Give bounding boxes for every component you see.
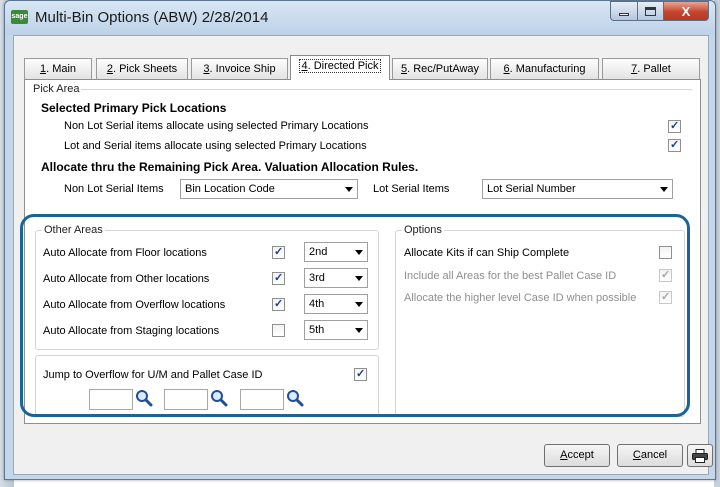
other-checkbox[interactable] — [272, 271, 285, 285]
primary-pick-heading: Selected Primary Pick Locations — [41, 101, 227, 115]
other-areas-title: Other Areas — [42, 224, 105, 236]
other-order-dropdown[interactable]: 3rd — [304, 268, 368, 288]
accept-button[interactable]: Accept — [544, 444, 610, 467]
dialog-client-area: 1. Main 2. Pick Sheets 3. Invoice Ship 4… — [13, 35, 713, 475]
cancel-button[interactable]: Cancel — [617, 444, 683, 467]
minimize-button[interactable] — [610, 1, 637, 21]
pick-area-title: Pick Area — [31, 83, 82, 95]
floor-order-value: 2nd — [309, 246, 328, 258]
overflow-order-value: 4th — [309, 298, 325, 310]
title-bar[interactable]: sage Multi-Bin Options (ABW) 2/28/2014 X — [5, 1, 715, 35]
include-areas-label: Include all Areas for the best Pallet Ca… — [404, 270, 617, 282]
non-lot-items-dropdown[interactable]: Bin Location Code — [180, 179, 358, 199]
higher-level-label: Allocate the higher level Case ID when p… — [404, 292, 637, 304]
allocate-kits-checkbox[interactable] — [659, 246, 672, 259]
chevron-down-icon — [660, 187, 668, 192]
tab-directed-pick-label: 4. Directed Pick — [299, 59, 381, 73]
tab-rec-putaway[interactable]: 5. Rec/PutAway — [392, 58, 488, 79]
close-icon: X — [681, 3, 691, 19]
print-button[interactable] — [687, 444, 713, 467]
chevron-down-icon — [345, 187, 353, 192]
overflow-order-dropdown[interactable]: 4th — [304, 294, 368, 314]
include-areas-checkbox — [659, 268, 672, 282]
maximize-button[interactable] — [637, 1, 663, 21]
non-lot-primary-label: Non Lot Serial items allocate using sele… — [64, 120, 369, 132]
search-icon[interactable] — [135, 389, 153, 407]
chevron-down-icon — [355, 328, 363, 333]
chevron-down-icon — [355, 302, 363, 307]
chevron-down-icon — [355, 276, 363, 281]
jump-overflow-label: Jump to Overflow for U/M and Pallet Case… — [43, 369, 263, 381]
non-lot-items-value: Bin Location Code — [185, 183, 275, 195]
non-lot-items-label: Non Lot Serial Items — [64, 183, 164, 195]
lot-items-label: Lot Serial Items — [373, 183, 450, 195]
window-title: Multi-Bin Options (ABW) 2/28/2014 — [35, 9, 269, 26]
higher-level-checkbox — [659, 290, 672, 304]
staging-label: Auto Allocate from Staging locations — [43, 325, 220, 337]
overflow-checkbox[interactable] — [272, 297, 285, 311]
tab-pallet[interactable]: 7. Pallet — [602, 58, 700, 79]
staging-order-dropdown[interactable]: 5th — [304, 320, 368, 340]
printer-icon — [692, 449, 708, 463]
sage-logo-icon: sage — [11, 10, 28, 24]
overflow-label: Auto Allocate from Overflow locations — [43, 299, 226, 311]
lot-primary-label: Lot and Serial items allocate using sele… — [64, 140, 367, 152]
staging-checkbox[interactable] — [272, 324, 285, 337]
tab-directed-pick[interactable]: 4. Directed Pick — [290, 55, 390, 80]
minimize-icon — [619, 12, 629, 16]
maximize-icon — [645, 6, 656, 16]
lot-primary-checkbox[interactable] — [668, 138, 681, 152]
lot-items-value: Lot Serial Number — [487, 183, 576, 195]
search-icon[interactable] — [210, 389, 228, 407]
tab-strip: 1. Main 2. Pick Sheets 3. Invoice Ship 4… — [24, 55, 700, 80]
other-label: Auto Allocate from Other locations — [43, 273, 210, 285]
lot-items-dropdown[interactable]: Lot Serial Number — [482, 179, 673, 199]
options-title: Options — [402, 224, 444, 236]
tab-invoice-ship[interactable]: 3. Invoice Ship — [191, 58, 288, 79]
jump-field-1[interactable] — [89, 389, 133, 410]
jump-field-3[interactable] — [240, 389, 284, 410]
dialog-window: sage Multi-Bin Options (ABW) 2/28/2014 X… — [4, 0, 716, 480]
non-lot-primary-checkbox[interactable] — [668, 119, 681, 133]
tab-manufacturing[interactable]: 6. Manufacturing — [490, 58, 599, 79]
staging-order-value: 5th — [309, 324, 325, 336]
jump-overflow-checkbox[interactable] — [354, 367, 367, 381]
tab-main[interactable]: 1. Main — [24, 58, 92, 79]
search-icon[interactable] — [286, 389, 304, 407]
floor-order-dropdown[interactable]: 2nd — [304, 242, 368, 262]
jump-field-2[interactable] — [164, 389, 208, 410]
close-button[interactable]: X — [663, 1, 709, 21]
remaining-pick-heading: Allocate thru the Remaining Pick Area. V… — [41, 160, 419, 174]
floor-checkbox[interactable] — [272, 245, 285, 259]
chevron-down-icon — [355, 250, 363, 255]
allocate-kits-label: Allocate Kits if can Ship Complete — [404, 247, 570, 259]
floor-label: Auto Allocate from Floor locations — [43, 247, 207, 259]
other-order-value: 3rd — [309, 272, 325, 284]
directed-pick-panel: Pick Area Selected Primary Pick Location… — [24, 79, 701, 424]
tab-pick-sheets[interactable]: 2. Pick Sheets — [96, 58, 188, 79]
